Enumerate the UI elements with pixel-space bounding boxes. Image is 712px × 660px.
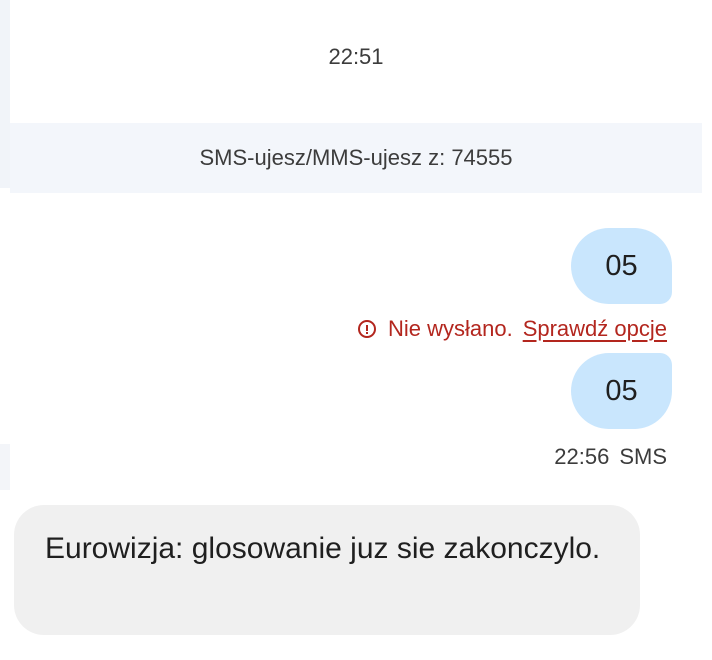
incoming-message-bubble[interactable]: Eurowizja: glosowanie juz sie zakonczylo… [14, 505, 640, 635]
message-time: 22:56 [554, 444, 610, 469]
outgoing-message-bubble[interactable]: 05 [571, 228, 672, 304]
outgoing-message-bubble[interactable]: 05 [571, 353, 672, 429]
send-error-status: Nie wysłano. Sprawdź opcje [357, 316, 667, 342]
message-type: SMS [619, 444, 667, 469]
message-text: 05 [605, 374, 638, 407]
sender-banner: SMS-ujesz/MMS-ujesz z: 74555 [10, 123, 702, 193]
sender-banner-text: SMS-ujesz/MMS-ujesz z: 74555 [199, 145, 513, 170]
send-error-text: Nie wysłano. [387, 316, 513, 341]
message-meta: 22:56 SMS [554, 444, 667, 470]
conversation-timestamp: 22:51 [328, 44, 384, 69]
error-circle-icon [357, 320, 376, 338]
message-text: Eurowizja: glosowanie juz sie zakonczylo… [45, 532, 601, 565]
left-strip-top [0, 0, 10, 188]
message-text: 05 [605, 249, 638, 282]
check-options-link[interactable]: Sprawdź opcje [523, 316, 667, 342]
left-strip-bottom [0, 444, 10, 490]
